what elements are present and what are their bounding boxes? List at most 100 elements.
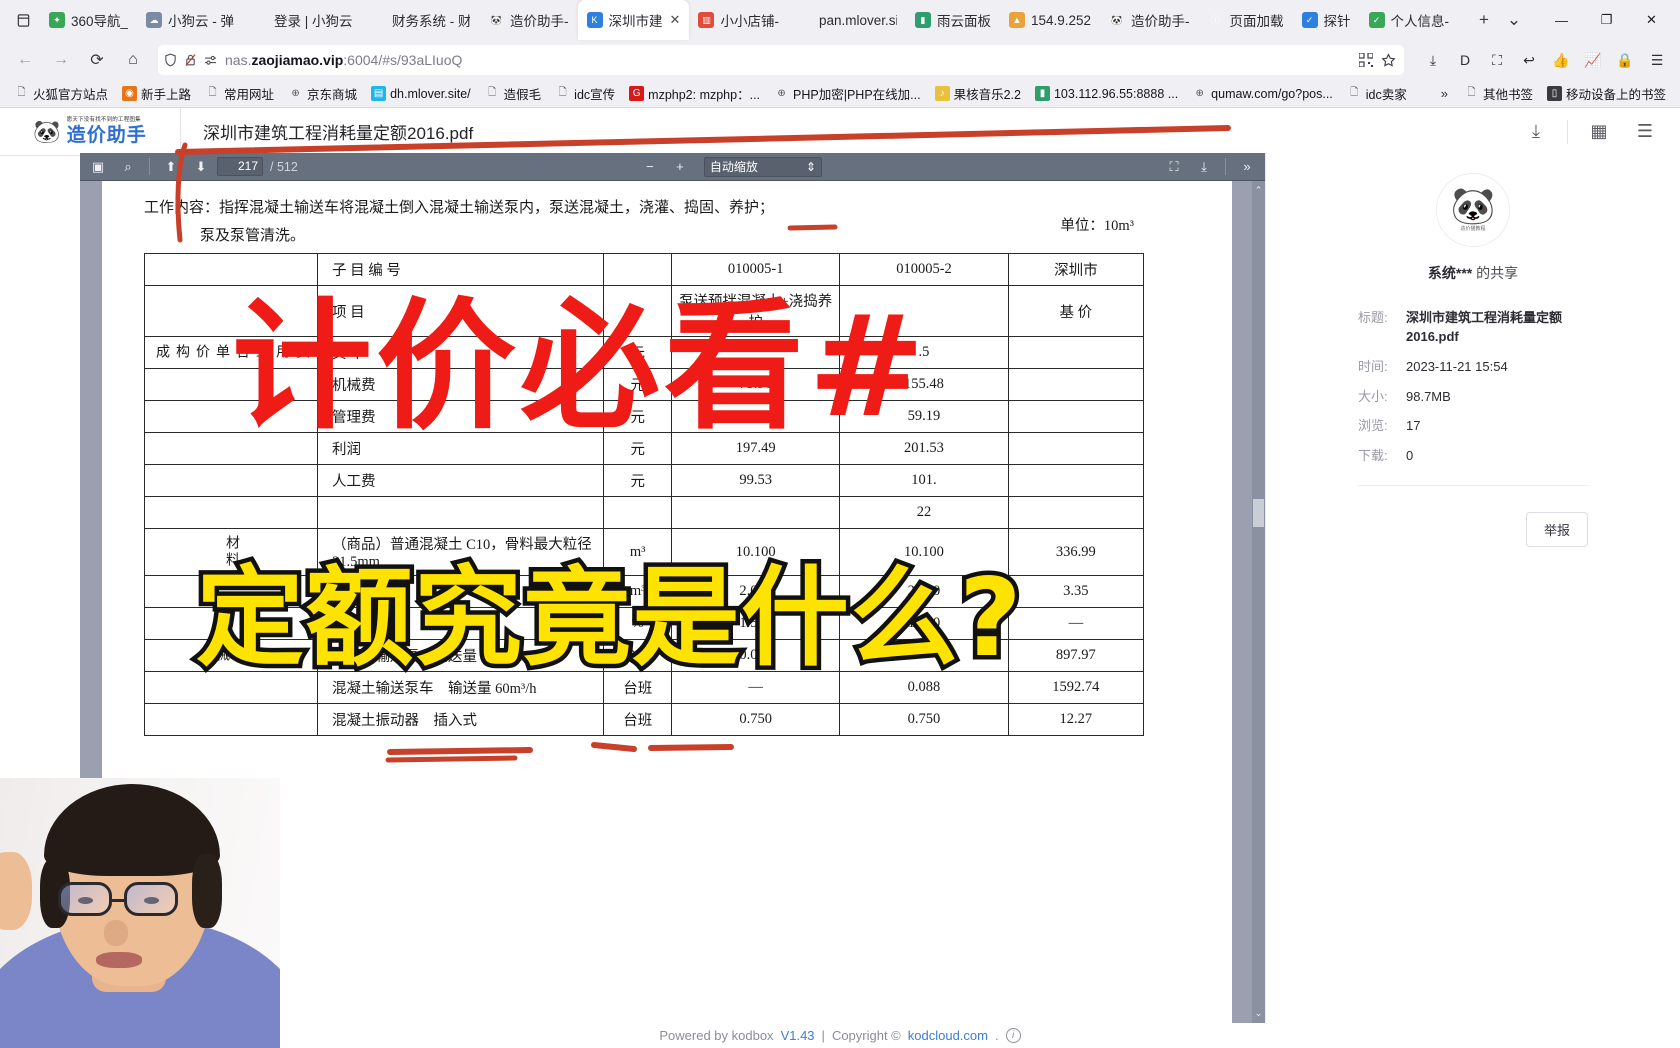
- bookmark-item[interactable]: ⊕ PHP加密|PHP在线加...: [768, 82, 927, 105]
- tab-list-icon[interactable]: [6, 4, 40, 36]
- report-button[interactable]: 举报: [1525, 512, 1588, 548]
- pdf-scrollbar[interactable]: ⌃ ⌄: [1252, 181, 1265, 1023]
- find-icon[interactable]: ⌕: [114, 155, 142, 179]
- browser-tab[interactable]: ✓ 探针: [1293, 0, 1360, 40]
- pma-icon: ▲: [1008, 12, 1025, 28]
- table-cell: 混凝土振动器 插入式: [316, 703, 605, 736]
- url-text[interactable]: nas.zaojiamao.vip:6004/#s/93aLIuoQ: [225, 52, 1352, 68]
- browser-tab[interactable]: ☁ 小狗云 - 弹: [137, 0, 243, 40]
- metadata-value: 0: [1406, 448, 1414, 464]
- table-cell: 1592.74: [1007, 671, 1145, 704]
- browser-tab[interactable]: ▥ 小小店铺-: [689, 0, 788, 40]
- bookmark-item[interactable]: ▯ 移动设备上的书签: [1541, 82, 1672, 105]
- tab-menu-button[interactable]: ⌄: [1499, 5, 1529, 35]
- browser-tab[interactable]: 🐼 造价助手-: [479, 0, 578, 40]
- bookmark-item[interactable]: ♪ 果核音乐2.2: [929, 82, 1027, 105]
- reload-button[interactable]: ⟳: [80, 44, 114, 76]
- minimize-button[interactable]: —: [1539, 0, 1584, 40]
- crop-icon[interactable]: ⛶: [1482, 45, 1512, 75]
- grid-view-button[interactable]: ▦: [1578, 111, 1620, 153]
- table-cell: 2.000: [839, 575, 1009, 608]
- browser-tab[interactable]: 财务系统 - 财: [361, 0, 479, 40]
- browser-tab[interactable]: ⓘ 页面加载: [1199, 0, 1293, 40]
- menu-icon[interactable]: ☰: [1642, 45, 1672, 75]
- kodcloud-link[interactable]: kodcloud.com: [908, 1028, 988, 1043]
- bookmark-item[interactable]: ⊕ qumaw.com/go?pos...: [1186, 84, 1339, 103]
- undo-icon[interactable]: ↩: [1514, 45, 1544, 75]
- powered-by-label: Powered by kodbox: [659, 1028, 774, 1043]
- scroll-down-arrow[interactable]: ⌄: [1252, 1006, 1265, 1021]
- download-icon[interactable]: ⤓: [1418, 45, 1448, 75]
- scrollbar-thumb[interactable]: [1253, 499, 1264, 527]
- bookmark-label: mzphp2: mzphp：...: [648, 88, 761, 102]
- table-cell: [144, 368, 318, 401]
- browser-tab[interactable]: 🐼 造价助手-: [1100, 0, 1199, 40]
- zoom-in-button[interactable]: +: [666, 155, 694, 179]
- save-pdf-button[interactable]: ⤓: [1190, 155, 1218, 179]
- panda-icon: 🐼: [1111, 14, 1123, 25]
- zoom-out-button[interactable]: −: [636, 155, 664, 179]
- menu-button[interactable]: ☰: [1624, 111, 1666, 153]
- browser-tab[interactable]: ✓ 个人信息-: [1360, 0, 1459, 40]
- table-cell: 201.53: [839, 432, 1009, 465]
- presentation-mode-button[interactable]: ⛶: [1160, 155, 1188, 179]
- forward-button[interactable]: →: [44, 44, 78, 76]
- page-number-input[interactable]: 217: [217, 157, 263, 176]
- next-page-button[interactable]: ⬇: [187, 155, 215, 179]
- bookmark-item[interactable]: 🗋 造假毛: [479, 82, 548, 105]
- qrcode-icon[interactable]: [1359, 53, 1373, 67]
- bookmarks-overflow-button[interactable]: »: [1433, 84, 1456, 103]
- table-cell: 22: [839, 496, 1009, 529]
- browser-tab[interactable]: pan.mlover.site: [788, 0, 906, 40]
- browser-tab[interactable]: ▲ 154.9.252: [1000, 0, 1100, 40]
- lock-crossed-icon[interactable]: [184, 53, 197, 67]
- bookmark-item[interactable]: 🗋 其他书签: [1458, 82, 1539, 105]
- file-info-panel: 🐼 造价猫教程 系统*** 的共享 标题: 深圳市建筑工程消耗量定额2016.pd…: [1265, 153, 1680, 1023]
- bookmark-item[interactable]: 🗋 常用网址: [199, 82, 280, 105]
- lockapp-icon[interactable]: 🔒: [1610, 45, 1640, 75]
- bookmark-item[interactable]: 🗋 idc卖家: [1341, 82, 1413, 105]
- bookmark-label: 其他书签: [1482, 88, 1533, 102]
- table-cell: 101.: [839, 464, 1009, 497]
- bookmark-item[interactable]: ⊕ 京东商城: [282, 82, 363, 105]
- back-button[interactable]: ←: [8, 44, 42, 76]
- bookmark-item[interactable]: ▮ 103.112.96.55:8888 ...: [1029, 84, 1184, 103]
- sidebar-toggle-button[interactable]: ▣: [84, 155, 112, 179]
- shared-by-label: 系统*** 的共享: [1428, 263, 1518, 283]
- previous-page-button[interactable]: ⬆: [157, 155, 185, 179]
- dict-icon[interactable]: D: [1450, 45, 1480, 75]
- maximize-button[interactable]: ❐: [1584, 0, 1629, 40]
- table-cell: 机械: [144, 639, 318, 672]
- bookmark-label: 京东商城: [307, 88, 358, 102]
- zoom-level-select[interactable]: 自动缩放 ⇕: [703, 156, 822, 177]
- permissions-icon[interactable]: [204, 55, 218, 66]
- browser-tab[interactable]: ✦ 360导航_: [40, 0, 137, 40]
- table-row: 其他材料费% 1.500 1.500—: [144, 607, 1145, 640]
- bookmark-item[interactable]: Gmzphp2: mzphp：...: [623, 82, 766, 105]
- globe-green-icon: ✦: [49, 12, 65, 28]
- app-logo[interactable]: 🐼 愿天下没有找不到的工程图集 造价助手: [0, 118, 180, 145]
- kodbox-icon: K: [586, 12, 603, 28]
- close-tab-icon[interactable]: ✕: [670, 12, 681, 28]
- home-button[interactable]: ⌂: [116, 44, 150, 76]
- chart-icon[interactable]: 📈: [1578, 45, 1608, 75]
- bookmark-item[interactable]: ▤ dh.mlover.site/: [365, 84, 477, 103]
- table-cell: [1007, 432, 1145, 465]
- thumbsup-icon[interactable]: 👍: [1546, 45, 1576, 75]
- close-button[interactable]: ✕: [1629, 0, 1674, 40]
- table-cell: 1.500: [839, 607, 1009, 640]
- shield-icon[interactable]: [164, 53, 177, 67]
- bookmark-item[interactable]: 🗋 火狐官方站点: [8, 82, 114, 105]
- new-tab-button[interactable]: +: [1469, 5, 1499, 35]
- star-icon[interactable]: [1381, 52, 1396, 68]
- bookmark-item[interactable]: 🗋 idc宣传: [549, 82, 621, 105]
- browser-tab[interactable]: 登录 | 小狗云: [243, 0, 361, 40]
- more-tools-button[interactable]: »: [1233, 155, 1261, 179]
- info-icon[interactable]: i: [1005, 1028, 1021, 1043]
- browser-tab[interactable]: K 深圳市建 ✕: [577, 0, 690, 40]
- scroll-up-arrow[interactable]: ⌃: [1252, 183, 1265, 198]
- download-button[interactable]: ⤓: [1515, 111, 1557, 153]
- address-bar[interactable]: nas.zaojiamao.vip:6004/#s/93aLIuoQ: [158, 45, 1404, 75]
- browser-tab[interactable]: ▮ 雨云面板: [906, 0, 1000, 40]
- bookmark-item[interactable]: ◉ 新手上路: [116, 82, 197, 105]
